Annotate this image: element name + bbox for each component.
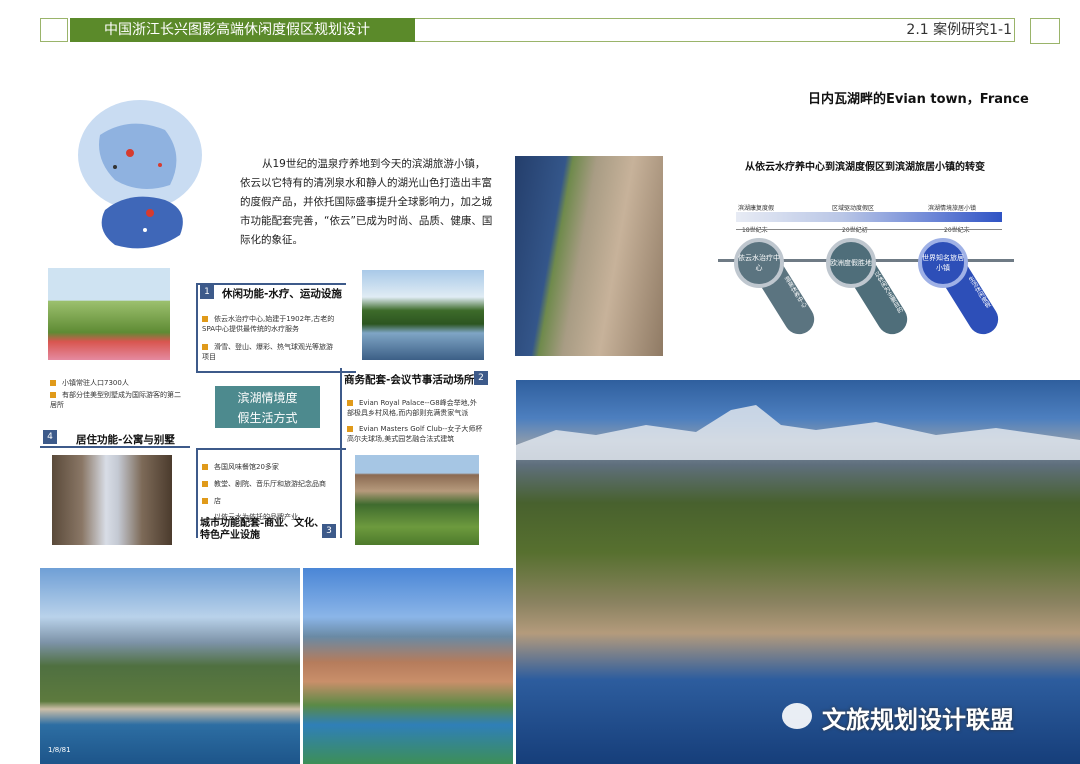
intro-paragraph: 从19世纪的温泉疗养地到今天的滨湖旅游小镇，依云以它特有的清冽泉水和静人的湖光山… <box>240 158 493 246</box>
section-number: 2 <box>474 371 488 385</box>
connector-line <box>196 448 198 538</box>
lakeside-photo-a <box>40 568 300 764</box>
bullet-item: 有部分佳美型别墅成为国际游客的第二居所 <box>50 391 181 409</box>
header-left-box <box>40 18 68 42</box>
bullet-item: Evian Royal Palace--G8峰会举地,外部极具乡村风格,而内部则… <box>347 399 477 417</box>
bullet-item: 店 <box>202 496 342 506</box>
connector-line <box>196 448 346 450</box>
band-label: 区域驱动度假区 <box>832 205 875 212</box>
hotel-photo <box>355 455 479 545</box>
stage-circle: 依云水治疗中心 <box>734 238 784 288</box>
timeline-title: 从依云水疗养中心到滨湖度假区到滨湖旅居小镇的转变 <box>745 162 985 173</box>
section-number: 4 <box>43 430 57 444</box>
lakeside-photo-b <box>303 568 513 764</box>
connector-line <box>196 283 198 371</box>
band-label: 滨湖康复度假 <box>738 205 775 212</box>
aerial-photo <box>515 156 663 356</box>
street-photo <box>52 455 172 545</box>
stage-circle: 欧洲度假胜地 <box>826 238 876 288</box>
center-label-line2: 假生活方式 <box>237 411 298 425</box>
town-photo <box>48 268 170 360</box>
timeline-band <box>736 212 1002 222</box>
bullet-item: 依云水治疗中心,始建于1902年,古老的SPA中心提供最传统的水疗服务 <box>202 315 335 333</box>
bullet-item: Evian Masters Golf Club--女子大师杯高尔夫球场,美式园艺… <box>347 425 483 443</box>
header-right-box <box>1030 18 1060 44</box>
header-section: 2.1 案例研究1-1 <box>906 22 1012 38</box>
bullet-item: 小镇常驻人口7300人 <box>50 378 185 388</box>
section-title: 休闲功能-水疗、运动设施 <box>222 288 342 300</box>
photo-caption: 1/8/81 <box>48 746 71 754</box>
header-title: 中国浙江长兴图影高端休闲度假区规划设计 <box>70 18 415 42</box>
mountain-silhouette <box>516 405 1080 460</box>
center-label-line1: 滨湖情境度 <box>237 391 298 405</box>
band-label: 滨湖情境旅居小镇 <box>928 205 977 212</box>
watermark-text: 文旅规划设计联盟 <box>822 706 1014 734</box>
bullet-item: 教堂、剧院、音乐厅和旅游纪念品商 <box>202 479 342 489</box>
section-title: 城市功能配套-商业、文化、特色产业设施 <box>200 518 325 541</box>
connector-line <box>196 371 356 373</box>
section-number: 1 <box>200 285 214 299</box>
section-number: 3 <box>322 524 336 538</box>
bullet-item: 各国风味餐馆20多家 <box>202 462 342 472</box>
era-line <box>736 229 1002 230</box>
stage-circle: 世界知名旅居小镇 <box>918 238 968 288</box>
lake-photo <box>362 270 484 360</box>
wechat-icon <box>782 703 812 729</box>
region-map <box>78 100 202 249</box>
page-subtitle: 日内瓦湖畔的Evian town，France <box>808 92 1029 107</box>
connector-line <box>196 283 346 285</box>
section-title: 居住功能-公寓与别墅 <box>76 434 175 446</box>
bullet-item: 滑雪、登山、爆彩、热气球观光等旅游项目 <box>202 343 333 361</box>
section-title: 商务配套-会议节事活动场所 <box>344 374 475 386</box>
center-label-box: 滨湖情境度 假生活方式 <box>215 386 320 428</box>
